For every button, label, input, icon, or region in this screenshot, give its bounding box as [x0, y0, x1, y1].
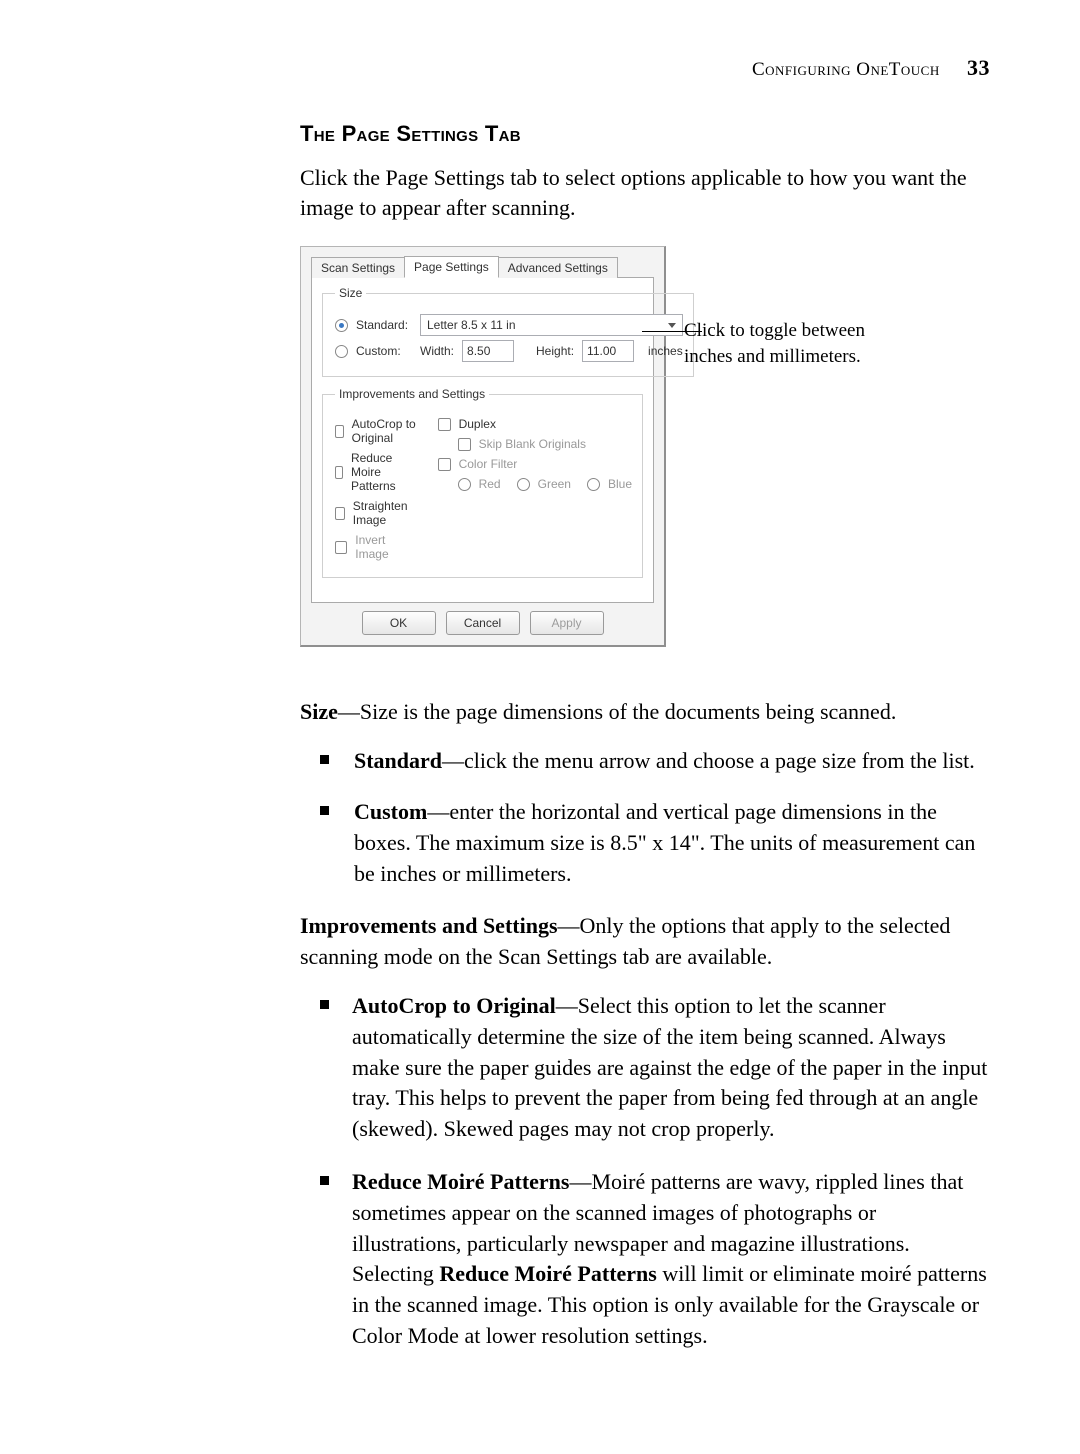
height-label: Height: [536, 344, 574, 358]
invert-label: Invert Image [355, 533, 417, 561]
moire-checkbox[interactable] [335, 466, 343, 479]
header-section: Configuring OneTouch [752, 59, 940, 80]
tab-advanced-settings[interactable]: Advanced Settings [498, 257, 618, 278]
red-radio[interactable] [458, 478, 471, 491]
chevron-down-icon [668, 323, 676, 328]
page-header: Configuring OneTouch 33 [300, 55, 990, 81]
skip-blank-label: Skip Blank Originals [479, 437, 586, 451]
custom-bullet: Custom—enter the horizontal and vertical… [338, 797, 990, 889]
straighten-checkbox[interactable] [335, 507, 345, 520]
height-input[interactable]: 11.00 [582, 340, 634, 362]
invert-checkbox[interactable] [335, 541, 347, 554]
duplex-checkbox[interactable] [438, 418, 451, 431]
page-settings-dialog: Scan Settings Page Settings Advanced Set… [300, 246, 666, 647]
standard-size-dropdown[interactable]: Letter 8.5 x 11 in [420, 314, 683, 336]
improve-lead: Improvements and Settings [300, 913, 558, 938]
standard-label: Standard: [356, 318, 412, 332]
tab-strip: Scan Settings Page Settings Advanced Set… [301, 247, 664, 277]
moire-lead: Reduce Moiré Patterns [352, 1169, 569, 1194]
custom-label: Custom: [356, 344, 412, 358]
green-radio[interactable] [517, 478, 530, 491]
custom-rest: —enter the horizontal and vertical page … [354, 799, 975, 886]
improvements-paragraph: Improvements and Settings—Only the optio… [300, 911, 990, 973]
skip-blank-checkbox[interactable] [458, 438, 471, 451]
custom-radio[interactable] [335, 345, 348, 358]
tab-page-settings[interactable]: Page Settings [404, 256, 499, 278]
width-label: Width: [420, 344, 454, 358]
blue-radio[interactable] [587, 478, 600, 491]
color-filter-checkbox[interactable] [438, 458, 451, 471]
autocrop-checkbox[interactable] [335, 425, 344, 438]
size-group: Size Standard: Letter 8.5 x 11 in Custom… [322, 286, 694, 377]
ok-button[interactable]: OK [362, 611, 436, 635]
size-lead: Size [300, 699, 338, 724]
moire-bullet: Reduce Moiré Patterns—Moiré patterns are… [318, 1167, 990, 1352]
improvements-legend: Improvements and Settings [335, 387, 489, 401]
units-callout: Click to toggle between inches and milli… [684, 246, 914, 369]
custom-lead: Custom [354, 799, 427, 824]
standard-size-value: Letter 8.5 x 11 in [427, 318, 516, 332]
size-paragraph: Size—Size is the page dimensions of the … [300, 697, 990, 728]
page-title: The Page Settings Tab [300, 121, 990, 147]
duplex-label: Duplex [459, 417, 496, 431]
size-legend: Size [335, 286, 366, 300]
green-label: Green [538, 477, 571, 491]
cancel-button[interactable]: Cancel [446, 611, 520, 635]
straighten-label: Straighten Image [353, 499, 418, 527]
moire-bold-inner: Reduce Moiré Patterns [439, 1261, 656, 1286]
tab-scan-settings[interactable]: Scan Settings [311, 257, 405, 278]
width-input[interactable]: 8.50 [462, 340, 514, 362]
standard-radio[interactable] [335, 319, 348, 332]
improvements-group: Improvements and Settings AutoCrop to Or… [322, 387, 643, 578]
intro-paragraph: Click the Page Settings tab to select op… [300, 163, 990, 222]
header-page-number: 33 [967, 55, 990, 80]
callout-text: Click to toggle between inches and milli… [684, 320, 865, 367]
standard-rest: —click the menu arrow and choose a page … [442, 748, 975, 773]
autocrop-bullet: AutoCrop to Original—Select this option … [318, 991, 990, 1145]
standard-lead: Standard [354, 748, 442, 773]
autocrop-lead: AutoCrop to Original [352, 993, 556, 1018]
size-rest: —Size is the page dimensions of the docu… [338, 699, 896, 724]
color-filter-label: Color Filter [459, 457, 518, 471]
autocrop-label: AutoCrop to Original [352, 417, 418, 445]
blue-label: Blue [608, 477, 632, 491]
red-label: Red [479, 477, 501, 491]
apply-button[interactable]: Apply [530, 611, 604, 635]
units-toggle[interactable]: inches [648, 344, 683, 358]
callout-leader-line [642, 331, 702, 332]
standard-bullet: Standard—click the menu arrow and choose… [338, 746, 990, 777]
moire-label: Reduce Moire Patterns [351, 451, 418, 493]
